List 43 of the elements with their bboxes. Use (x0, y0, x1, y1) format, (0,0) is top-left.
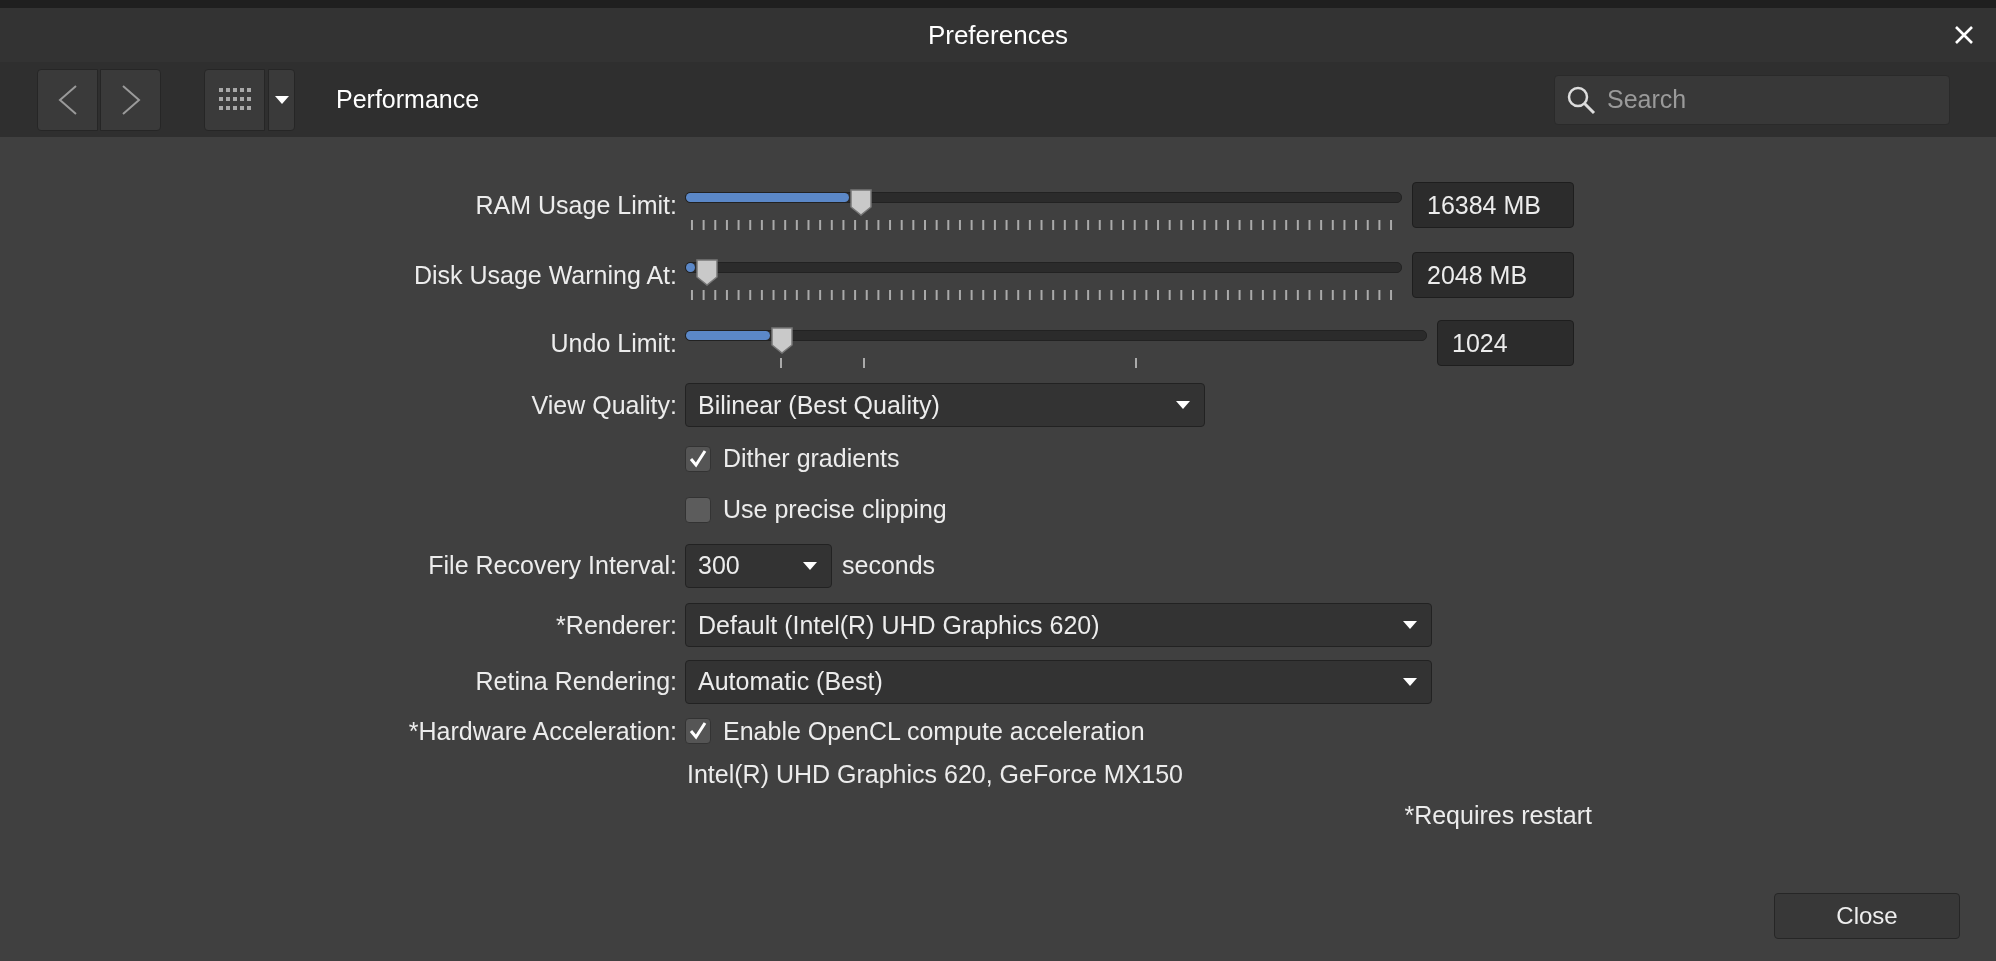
grid-icon (218, 87, 251, 112)
close-button[interactable]: Close (1774, 893, 1960, 939)
setting-label: *Hardware Acceleration: (408, 716, 677, 745)
dropdown[interactable]: 300 (685, 543, 832, 588)
dropdown[interactable]: Default (Intel(R) UHD Graphics 620) (685, 603, 1432, 647)
setting-label: Undo Limit: (550, 328, 677, 357)
caret-icon (274, 95, 289, 104)
slider-thumb[interactable] (695, 258, 720, 286)
dropdown[interactable]: Bilinear (Best Quality) (685, 383, 1205, 427)
setting-label: RAM Usage Limit: (475, 190, 677, 219)
window-title: Preferences (927, 19, 1069, 51)
back-button[interactable] (37, 68, 98, 131)
caret-icon (1176, 401, 1190, 409)
setting-label: Retina Rendering: (475, 667, 677, 695)
footnote-text: *Requires restart (1404, 800, 1592, 830)
caret-icon (803, 561, 817, 570)
close-icon[interactable] (1954, 25, 1974, 45)
unit-label: seconds (842, 551, 936, 580)
grid-view-button[interactable] (204, 68, 265, 131)
setting-label: View Quality: (531, 390, 677, 419)
slider-thumb[interactable] (849, 188, 874, 216)
caret-icon (1403, 677, 1417, 686)
value-field[interactable]: 1024 (1437, 320, 1574, 366)
search-field[interactable]: Search (1554, 74, 1950, 125)
device-list-text: Intel(R) UHD Graphics 620, GeForce MX150 (686, 760, 1183, 789)
search-icon (1566, 84, 1596, 115)
dropdown-button[interactable] (268, 68, 295, 131)
dropdown[interactable]: Automatic (Best) (685, 659, 1432, 704)
value-field[interactable]: 2048 MB (1412, 252, 1574, 298)
forward-button[interactable] (100, 68, 161, 131)
checkbox[interactable] (685, 445, 711, 472)
setting-label: File Recovery Interval: (428, 551, 677, 579)
caret-icon (1403, 621, 1417, 629)
checkbox-option[interactable]: Dither gradients (685, 444, 900, 473)
setting-label: Disk Usage Warning At: (413, 260, 677, 289)
setting-label: *Renderer: (556, 610, 677, 639)
checkbox[interactable] (685, 718, 711, 744)
page-title: Performance (336, 85, 480, 114)
value-field[interactable]: 16384 MB (1412, 182, 1574, 228)
checkbox-option[interactable]: Use precise clipping (685, 495, 947, 524)
checkbox[interactable] (685, 496, 711, 523)
checkbox-option[interactable]: Enable OpenCL compute acceleration (685, 716, 1145, 746)
slider-thumb[interactable] (770, 326, 795, 354)
